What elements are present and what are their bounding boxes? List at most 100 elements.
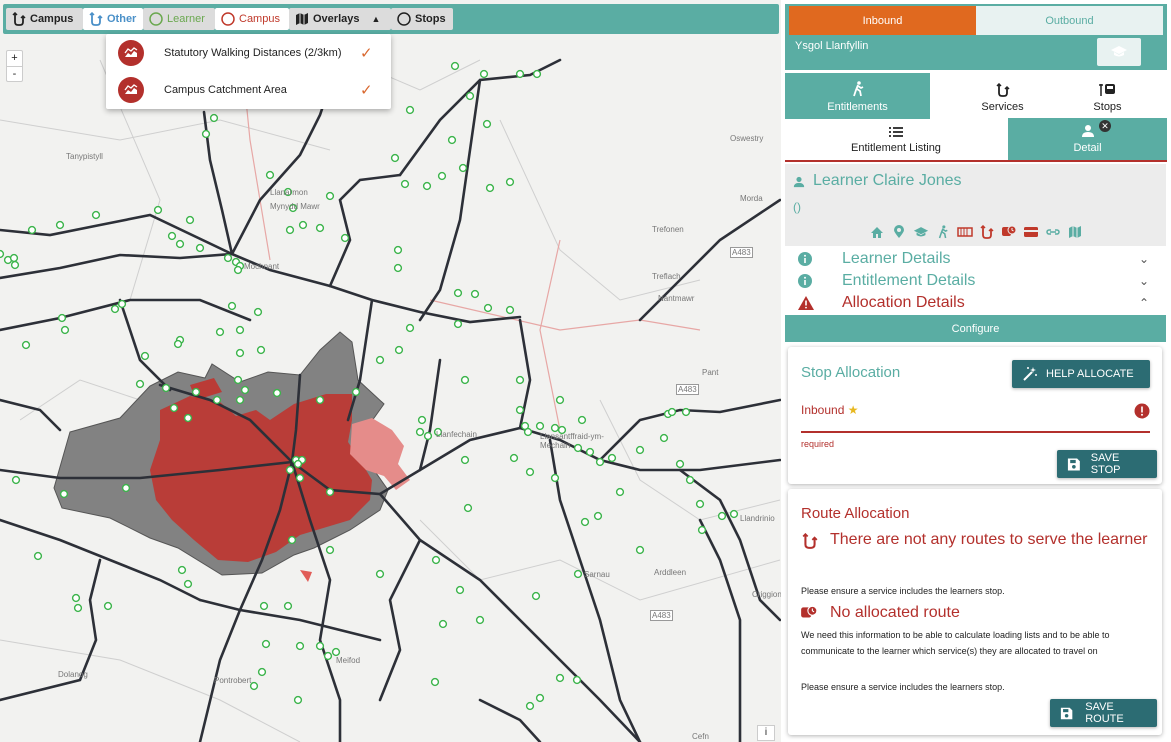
bus-stop-marker[interactable] bbox=[450, 61, 460, 71]
bus-stop-marker[interactable] bbox=[60, 325, 70, 335]
bus-stop-marker[interactable] bbox=[325, 487, 335, 497]
bus-stop-marker[interactable] bbox=[249, 681, 259, 691]
tab-entitlement-listing[interactable]: Entitlement Listing bbox=[785, 118, 1007, 160]
bus-stop-marker[interactable] bbox=[437, 171, 447, 181]
bus-stop-marker[interactable] bbox=[509, 453, 519, 463]
close-icon[interactable]: ✕ bbox=[1099, 120, 1111, 132]
bus-stop-marker[interactable] bbox=[209, 113, 219, 123]
bus-stop-marker[interactable] bbox=[287, 535, 297, 545]
bus-stop-marker[interactable] bbox=[183, 579, 193, 589]
bus-stop-marker[interactable] bbox=[215, 327, 225, 337]
bus-stop-marker[interactable] bbox=[212, 395, 222, 405]
bus-stop-marker[interactable] bbox=[555, 395, 565, 405]
bus-stop-marker[interactable] bbox=[293, 459, 303, 469]
bus-stop-marker[interactable] bbox=[110, 304, 120, 314]
bus-stop-marker[interactable] bbox=[227, 301, 237, 311]
bus-stop-marker[interactable] bbox=[117, 299, 127, 309]
bus-stop-marker[interactable] bbox=[580, 517, 590, 527]
campus-toggle-button[interactable]: Campus bbox=[6, 8, 83, 30]
bus-stop-marker[interactable] bbox=[21, 340, 31, 350]
bus-stop-marker[interactable] bbox=[465, 91, 475, 101]
bus-stop-marker[interactable] bbox=[91, 210, 101, 220]
bus-stop-marker[interactable] bbox=[405, 105, 415, 115]
bus-stop-marker[interactable] bbox=[233, 265, 243, 275]
bus-stop-marker[interactable] bbox=[505, 305, 515, 315]
bus-stop-marker[interactable] bbox=[177, 565, 187, 575]
bus-stop-marker[interactable] bbox=[195, 243, 205, 253]
bus-stop-marker[interactable] bbox=[685, 475, 695, 485]
bus-stop-marker[interactable] bbox=[257, 667, 267, 677]
tab-entitlements[interactable]: Entitlements bbox=[785, 73, 930, 119]
bus-stop-marker[interactable] bbox=[430, 677, 440, 687]
bus-stop-marker[interactable] bbox=[57, 313, 67, 323]
bus-stop-marker[interactable] bbox=[470, 289, 480, 299]
bus-stop-marker[interactable] bbox=[10, 260, 20, 270]
bus-stop-marker[interactable] bbox=[191, 387, 201, 397]
bus-stop-marker[interactable] bbox=[183, 413, 193, 423]
bus-stop-marker[interactable] bbox=[595, 457, 605, 467]
bus-stop-marker[interactable] bbox=[240, 385, 250, 395]
walking-person-icon[interactable] bbox=[935, 224, 951, 240]
bus-stop-marker[interactable] bbox=[175, 239, 185, 249]
bus-stop-marker[interactable] bbox=[272, 388, 282, 398]
bus-stop-marker[interactable] bbox=[525, 467, 535, 477]
bus-stop-marker[interactable] bbox=[505, 177, 515, 187]
bus-stop-marker[interactable] bbox=[423, 431, 433, 441]
accordion-allocation-details[interactable]: Allocation Details ⌃ bbox=[797, 292, 1157, 314]
bus-stop-marker[interactable] bbox=[635, 445, 645, 455]
bus-stop-marker[interactable] bbox=[573, 569, 583, 579]
ticket-icon[interactable] bbox=[957, 224, 973, 240]
bus-stop-marker[interactable] bbox=[121, 483, 131, 493]
other-toggle-button[interactable]: Other bbox=[83, 8, 143, 30]
bus-stop-marker[interactable] bbox=[531, 591, 541, 601]
bus-stop-marker[interactable] bbox=[458, 163, 468, 173]
inbound-stop-field[interactable]: Inbound ★ bbox=[801, 403, 1150, 433]
bus-stop-marker[interactable] bbox=[447, 135, 457, 145]
card-icon[interactable] bbox=[1023, 224, 1039, 240]
home-icon[interactable] bbox=[869, 224, 885, 240]
bus-stop-marker[interactable] bbox=[515, 375, 525, 385]
bus-stop-marker[interactable] bbox=[729, 509, 739, 519]
bus-stop-marker[interactable] bbox=[340, 233, 350, 243]
school-select-button[interactable] bbox=[1097, 38, 1141, 66]
bus-stop-marker[interactable] bbox=[259, 601, 269, 611]
bus-stop-marker[interactable] bbox=[482, 119, 492, 129]
bus-stop-marker[interactable] bbox=[393, 263, 403, 273]
bus-stop-marker[interactable] bbox=[635, 545, 645, 555]
bus-stop-marker[interactable] bbox=[394, 345, 404, 355]
bus-stop-marker[interactable] bbox=[675, 459, 685, 469]
bus-stop-marker[interactable] bbox=[325, 545, 335, 555]
bus-stop-marker[interactable] bbox=[390, 153, 400, 163]
bus-stop-marker[interactable] bbox=[265, 170, 275, 180]
bus-stop-marker[interactable] bbox=[515, 405, 525, 415]
bus-stop-marker[interactable] bbox=[405, 323, 415, 333]
bus-stop-marker[interactable] bbox=[532, 69, 542, 79]
graduation-cap-icon[interactable] bbox=[913, 224, 929, 240]
accordion-entitlement-details[interactable]: Entitlement Details ⌄ bbox=[797, 270, 1157, 292]
bus-stop-marker[interactable] bbox=[153, 205, 163, 215]
bus-stop-marker[interactable] bbox=[593, 511, 603, 521]
bus-stop-marker[interactable] bbox=[415, 427, 425, 437]
bus-stop-marker[interactable] bbox=[417, 415, 427, 425]
bus-stop-marker[interactable] bbox=[173, 339, 183, 349]
bus-stop-marker[interactable] bbox=[59, 489, 69, 499]
accordion-learner-details[interactable]: Learner Details ⌄ bbox=[797, 248, 1157, 270]
bus-stop-marker[interactable] bbox=[375, 569, 385, 579]
bus-stop-marker[interactable] bbox=[325, 191, 335, 201]
zoom-out-button[interactable]: - bbox=[7, 66, 22, 81]
bus-stop-marker[interactable] bbox=[555, 673, 565, 683]
bus-stop-marker[interactable] bbox=[201, 129, 211, 139]
bus-stop-marker[interactable] bbox=[9, 253, 19, 263]
bus-stop-marker[interactable] bbox=[167, 231, 177, 241]
save-route-button[interactable]: SAVE ROUTE bbox=[1050, 699, 1157, 727]
bus-stop-marker[interactable] bbox=[256, 345, 266, 355]
bus-stop-marker[interactable] bbox=[550, 473, 560, 483]
bus-stop-marker[interactable] bbox=[453, 288, 463, 298]
bus-stop-marker[interactable] bbox=[33, 551, 43, 561]
bus-stop-marker[interactable] bbox=[295, 473, 305, 483]
bus-stop-marker[interactable] bbox=[235, 395, 245, 405]
bus-stop-marker[interactable] bbox=[323, 651, 333, 661]
bus-stop-marker[interactable] bbox=[550, 423, 560, 433]
bus-stop-marker[interactable] bbox=[422, 181, 432, 191]
overlay-item-walking-distances[interactable]: Statutory Walking Distances (2/3km) ✓ bbox=[106, 34, 391, 72]
